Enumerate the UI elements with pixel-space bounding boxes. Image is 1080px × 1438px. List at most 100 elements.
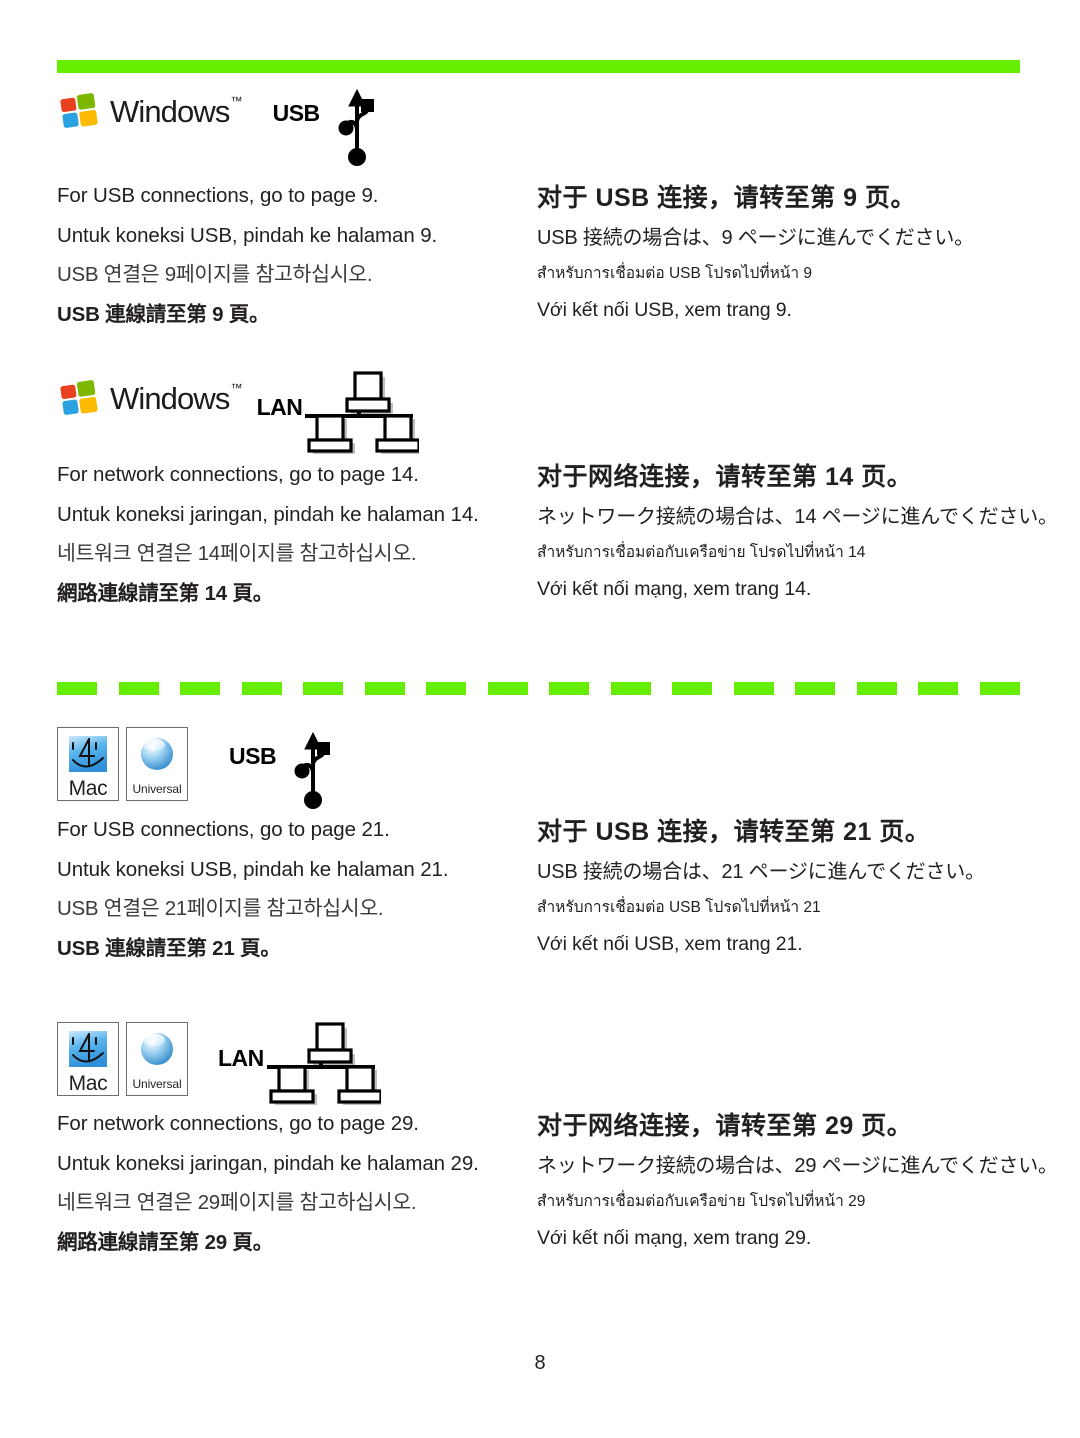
mac-universal-badges: Mac Universal	[57, 1022, 188, 1096]
text-chinese-traditional: USB 連線請至第 21 頁。	[57, 936, 281, 960]
section-windows-lan: Windows™ LAN For network connections, go…	[0, 371, 1080, 605]
universal-sphere-icon	[136, 734, 178, 774]
mac-badge: Mac	[57, 727, 119, 801]
section-mac-usb: Mac Universal USB For USB connections, g…	[0, 727, 1080, 959]
connector-label: USB	[229, 743, 277, 769]
text-indonesian: Untuk koneksi jaringan, pindah ke halama…	[57, 502, 479, 526]
windows-wordmark: Windows™	[110, 380, 242, 416]
universal-sphere-icon	[136, 1029, 178, 1069]
text-english: For network connections, go to page 29.	[57, 1112, 419, 1135]
text-vietnamese: Với kết nối USB, xem trang 21.	[537, 932, 803, 955]
text-japanese: USB 接続の場合は、21 ページに進んでください。	[537, 861, 985, 883]
text-chinese-simplified: 对于网络连接，请转至第 29 页。	[537, 1112, 913, 1140]
top-green-rule	[57, 60, 1020, 73]
connector-label: LAN	[218, 1045, 264, 1071]
usb-icon	[334, 86, 380, 173]
mac-universal-badges: Mac Universal	[57, 727, 188, 801]
text-indonesian: Untuk koneksi USB, pindah ke halaman 9.	[57, 223, 438, 247]
dash-segment	[733, 682, 774, 695]
text-thai: สำหรับการเชื่อมต่อ USB โปรดไปที่หน้า 21	[537, 899, 821, 916]
right-language-column: 对于 USB 连接，请转至第 21 页。 USB 接続の場合は、21 ページに進…	[537, 820, 1037, 959]
text-indonesian: Untuk koneksi jaringan, pindah ke halama…	[57, 1151, 479, 1175]
text-chinese-traditional: 網路連線請至第 14 頁。	[57, 581, 274, 605]
section-header: Windows™ USB	[0, 88, 1080, 180]
text-thai: สำหรับการเชื่อมต่อกับเครือข่าย โปรดไปที่…	[537, 1193, 866, 1210]
windows-logo: Windows™	[57, 92, 242, 132]
universal-badge: Universal	[126, 727, 188, 801]
text-chinese-simplified: 对于 USB 连接，请转至第 21 页。	[537, 818, 931, 846]
text-english: For USB connections, go to page 9.	[57, 184, 379, 207]
text-vietnamese: Với kết nối mạng, xem trang 29.	[537, 1226, 812, 1249]
section-text-columns: For USB connections, go to page 9. Untuk…	[0, 184, 1080, 326]
connector-label: USB	[272, 100, 321, 126]
right-language-column: 对于网络连接，请转至第 29 页。 ネットワーク接続の場合は、29 ページに進ん…	[537, 1112, 1058, 1253]
windows-flag-icon	[57, 379, 101, 419]
dash-segment	[918, 682, 959, 695]
text-chinese-simplified: 对于网络连接，请转至第 14 页。	[537, 463, 913, 491]
text-korean: 네트워크 연결은 14페이지를 참고하십시오.	[57, 542, 417, 565]
windows-logo: Windows™	[57, 379, 242, 419]
text-japanese: ネットワーク接続の場合は、29 ページに進んでください。	[537, 1155, 1058, 1177]
section-mac-lan: Mac Universal LAN For network connection…	[0, 1022, 1080, 1253]
universal-badge: Universal	[126, 1022, 188, 1096]
dash-segment	[180, 682, 221, 695]
right-language-column: 对于 USB 连接，请转至第 9 页。 USB 接続の場合は、9 ページに進んで…	[537, 186, 1037, 325]
section-text-columns: For network connections, go to page 14. …	[0, 463, 1080, 605]
lan-connector-group: LAN	[256, 371, 424, 463]
mac-badge-label: Mac	[68, 1072, 108, 1095]
text-japanese: USB 接続の場合は、9 ページに進んでください。	[537, 227, 974, 249]
mac-badge-label: Mac	[68, 777, 108, 800]
dash-segment	[610, 682, 651, 695]
text-chinese-traditional: USB 連線請至第 9 頁。	[57, 302, 270, 326]
section-header: Windows™ LAN	[0, 371, 1080, 463]
universal-badge-label: Universal	[132, 1077, 182, 1091]
left-language-column: For USB connections, go to page 21. Untu…	[57, 818, 537, 960]
section-header: Mac	[0, 1022, 1080, 1114]
dash-segment	[426, 682, 467, 695]
dash-segment	[303, 682, 344, 695]
dash-segment	[795, 682, 836, 695]
text-vietnamese: Với kết nối mạng, xem trang 14.	[537, 577, 812, 600]
usb-connector-group: USB	[229, 731, 336, 816]
dash-segment	[979, 682, 1020, 695]
mac-finder-icon	[67, 734, 109, 774]
section-text-columns: For network connections, go to page 29. …	[0, 1112, 1080, 1254]
text-korean: 네트워크 연결은 29페이지를 참고하십시오.	[57, 1191, 417, 1214]
page-number: 8	[534, 1352, 546, 1374]
left-language-column: For network connections, go to page 29. …	[57, 1112, 537, 1254]
text-chinese-simplified: 对于 USB 连接，请转至第 9 页。	[537, 184, 916, 212]
connector-label: LAN	[256, 394, 303, 420]
dash-segment	[241, 682, 282, 695]
section-windows-usb: Windows™ USB For USB connections, go to …	[0, 88, 1080, 325]
lan-icon	[261, 1021, 385, 1114]
text-japanese: ネットワーク接続の場合は、14 ページに進んでください。	[537, 506, 1058, 528]
dash-segment	[364, 682, 405, 695]
right-language-column: 对于网络连接，请转至第 14 页。 ネットワーク接続の場合は、14 ページに進ん…	[537, 463, 1058, 604]
text-chinese-traditional: 網路連線請至第 29 頁。	[57, 1230, 274, 1254]
text-vietnamese: Với kết nối USB, xem trang 9.	[537, 298, 792, 321]
mac-finder-icon	[67, 1029, 109, 1069]
text-indonesian: Untuk koneksi USB, pindah ke halaman 21.	[57, 857, 449, 881]
text-thai: สำหรับการเชื่อมต่อกับเครือข่าย โปรดไปที่…	[537, 544, 866, 561]
dashed-green-rule	[57, 682, 1020, 695]
text-korean: USB 연결은 9페이지를 참고하십시오.	[57, 263, 373, 286]
usb-connector-group: USB	[272, 88, 380, 173]
lan-connector-group: LAN	[218, 1022, 385, 1114]
dash-segment	[672, 682, 713, 695]
universal-badge-label: Universal	[132, 782, 182, 796]
section-header: Mac	[0, 727, 1080, 820]
section-text-columns: For USB connections, go to page 21. Untu…	[0, 818, 1080, 960]
mac-badge: Mac	[57, 1022, 119, 1096]
trademark-symbol: ™	[230, 380, 242, 395]
lan-icon	[299, 370, 424, 463]
windows-flag-icon	[57, 92, 101, 132]
dash-segment	[856, 682, 897, 695]
document-page: Windows™ USB For USB connections, go to …	[0, 0, 1080, 1438]
left-language-column: For network connections, go to page 14. …	[57, 463, 537, 605]
dash-segment	[487, 682, 528, 695]
text-english: For network connections, go to page 14.	[57, 463, 419, 486]
dash-segment	[57, 682, 97, 695]
text-english: For USB connections, go to page 21.	[57, 818, 390, 841]
dash-segment	[118, 682, 159, 695]
text-korean: USB 연결은 21페이지를 참고하십시오.	[57, 897, 384, 920]
